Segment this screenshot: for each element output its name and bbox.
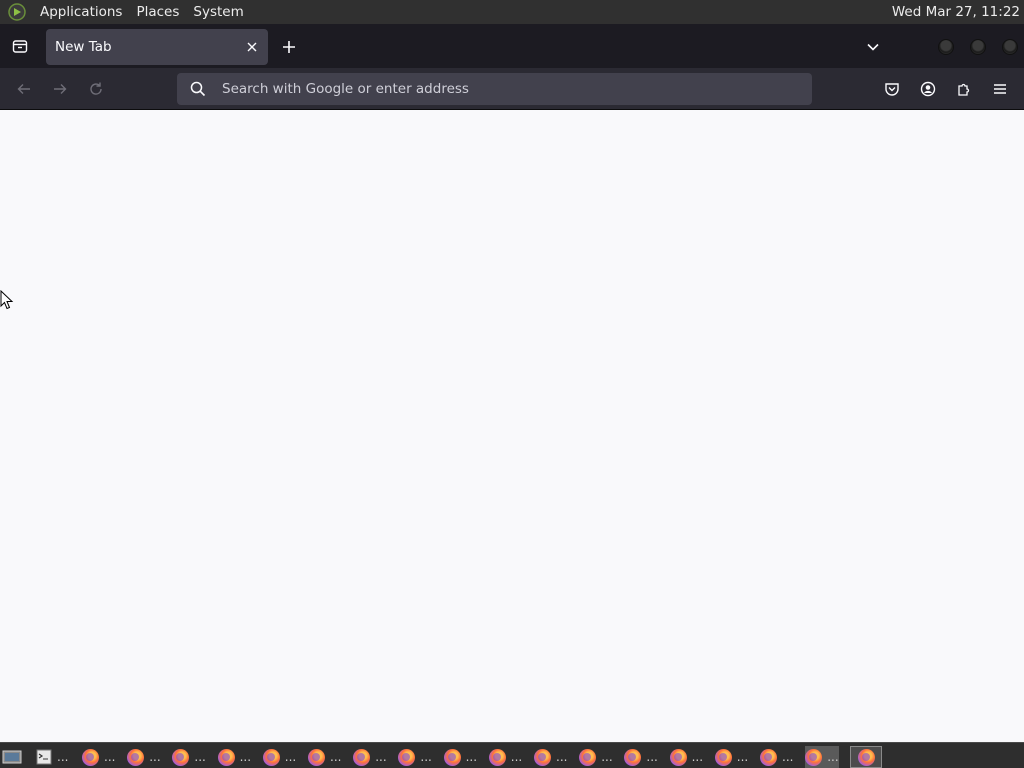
show-desktop-icon bbox=[2, 750, 22, 764]
hamburger-menu-icon bbox=[994, 84, 1006, 94]
applications-menu[interactable]: Applications bbox=[33, 0, 129, 24]
address-input[interactable] bbox=[222, 81, 782, 97]
list-all-tabs-button[interactable] bbox=[860, 34, 886, 60]
taskbar-item-label: ... bbox=[284, 750, 297, 764]
taskbar-item-firefox[interactable]: ... bbox=[262, 746, 297, 768]
taskbar-item-firefox[interactable] bbox=[850, 746, 883, 768]
taskbar-item-label: ... bbox=[510, 750, 523, 764]
taskbar-item-label: ... bbox=[601, 750, 613, 764]
firefox-view-icon bbox=[12, 40, 28, 53]
taskbar-item-firefox[interactable]: ... bbox=[805, 746, 839, 768]
firefox-icon bbox=[534, 748, 551, 766]
taskbar-item-label: ... bbox=[57, 750, 69, 764]
taskbar-item-label: ... bbox=[149, 750, 161, 764]
terminal-icon bbox=[36, 749, 52, 765]
taskbar-item-firefox[interactable]: ... bbox=[714, 746, 749, 768]
taskbar-item-firefox[interactable]: ... bbox=[579, 746, 613, 768]
plus-icon bbox=[283, 41, 295, 53]
show-desktop-button[interactable] bbox=[2, 746, 22, 768]
pocket-button[interactable] bbox=[880, 77, 904, 101]
firefox-icon bbox=[579, 748, 597, 766]
taskbar-item-label: ... bbox=[375, 750, 387, 764]
taskbar-item-label: ... bbox=[420, 750, 432, 764]
taskbar-item-label: ... bbox=[782, 750, 794, 764]
account-button[interactable] bbox=[916, 77, 940, 101]
taskbar-item-firefox[interactable]: ... bbox=[398, 746, 432, 768]
taskbar-item-label: ... bbox=[691, 750, 704, 764]
taskbar-item-firefox[interactable]: ... bbox=[308, 746, 341, 768]
firefox-icon bbox=[714, 748, 732, 766]
taskbar-item-firefox[interactable]: ... bbox=[624, 746, 658, 768]
taskbar-item-firefox[interactable]: ... bbox=[172, 746, 206, 768]
firefox-view-button[interactable] bbox=[0, 24, 40, 68]
firefox-icon bbox=[262, 748, 280, 766]
pocket-icon bbox=[885, 83, 899, 96]
firefox-icon bbox=[82, 748, 99, 766]
clock[interactable]: Wed Mar 27, 11:22 bbox=[892, 0, 1020, 24]
taskbar-item-label: ... bbox=[736, 750, 749, 764]
firefox-icon bbox=[443, 748, 461, 766]
firefox-icon bbox=[760, 748, 777, 766]
new-tab-button[interactable] bbox=[276, 34, 302, 60]
taskbar-item-firefox[interactable]: ... bbox=[443, 746, 478, 768]
back-button[interactable] bbox=[12, 77, 36, 101]
firefox-icon bbox=[857, 748, 875, 766]
taskbar-item-terminal[interactable]: ... bbox=[36, 746, 68, 768]
maximize-window-button[interactable] bbox=[970, 39, 986, 55]
back-arrow-icon bbox=[17, 84, 30, 94]
tab-new-tab[interactable]: New Tab bbox=[46, 29, 268, 65]
taskbar-item-label: ... bbox=[646, 750, 658, 764]
firefox-icon bbox=[127, 748, 145, 766]
taskbar-item-firefox[interactable]: ... bbox=[760, 746, 793, 768]
firefox-icon bbox=[398, 748, 416, 766]
firefox-icon bbox=[624, 748, 642, 766]
places-menu[interactable]: Places bbox=[129, 0, 186, 24]
taskbar-item-label: ... bbox=[330, 750, 342, 764]
page-content[interactable] bbox=[0, 110, 1024, 742]
taskbar-item-label: ... bbox=[827, 750, 839, 764]
taskbar-item-firefox[interactable]: ... bbox=[669, 746, 704, 768]
minimize-window-button[interactable] bbox=[938, 39, 954, 55]
tab-close-button[interactable] bbox=[240, 35, 264, 59]
taskbar-item-firefox[interactable]: ... bbox=[82, 746, 115, 768]
distro-logo-icon[interactable] bbox=[7, 2, 27, 22]
close-window-button[interactable] bbox=[1002, 39, 1018, 55]
app-menu-button[interactable] bbox=[988, 77, 1012, 101]
taskbar-item-label: ... bbox=[194, 750, 206, 764]
reload-icon bbox=[90, 82, 102, 95]
account-icon bbox=[920, 81, 936, 97]
taskbar-item-firefox[interactable]: ... bbox=[217, 746, 252, 768]
tab-strip: New Tab bbox=[0, 24, 1024, 68]
mouse-cursor-icon bbox=[0, 290, 14, 310]
firefox-icon bbox=[488, 748, 506, 766]
taskbar-item-label: ... bbox=[556, 750, 568, 764]
taskbar-item-label: ... bbox=[465, 750, 478, 764]
firefox-icon bbox=[217, 748, 235, 766]
taskbar-item-label: ... bbox=[104, 750, 116, 764]
tab-title: New Tab bbox=[55, 39, 112, 55]
forward-arrow-icon bbox=[54, 84, 67, 94]
forward-button[interactable] bbox=[48, 77, 72, 101]
taskbar-item-firefox[interactable]: ... bbox=[488, 746, 523, 768]
taskbar-item-firefox[interactable]: ... bbox=[353, 746, 387, 768]
taskbar-item-firefox[interactable]: ... bbox=[534, 746, 567, 768]
firefox-icon bbox=[669, 748, 687, 766]
top-panel: Applications Places System Wed Mar 27, 1… bbox=[0, 0, 1024, 24]
address-bar[interactable] bbox=[177, 73, 812, 105]
firefox-icon bbox=[308, 748, 325, 766]
taskbar: ... ....................................… bbox=[0, 742, 1024, 768]
puzzle-piece-icon bbox=[958, 83, 970, 96]
chevron-down-icon bbox=[867, 43, 879, 51]
search-icon bbox=[190, 81, 206, 97]
firefox-icon bbox=[172, 748, 190, 766]
extensions-button[interactable] bbox=[952, 77, 976, 101]
navigation-toolbar bbox=[0, 68, 1024, 110]
taskbar-item-firefox[interactable]: ... bbox=[127, 746, 161, 768]
close-icon bbox=[247, 42, 257, 52]
firefox-icon bbox=[353, 748, 371, 766]
system-menu[interactable]: System bbox=[186, 0, 250, 24]
taskbar-item-label: ... bbox=[239, 750, 252, 764]
reload-button[interactable] bbox=[84, 77, 108, 101]
firefox-icon bbox=[805, 748, 823, 766]
